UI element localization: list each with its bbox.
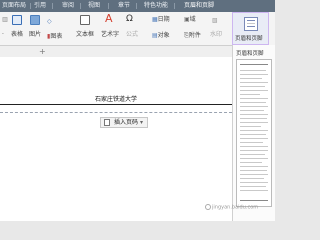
menu-separator: [30, 3, 31, 9]
watermark-text: jingyan.baidu.com: [212, 204, 259, 211]
page-thumbnail[interactable]: [236, 59, 272, 207]
header-boundary: [0, 112, 232, 113]
document-page[interactable]: 石家庄铁道大学 插入页码 ▾: [0, 57, 232, 221]
page-number-icon: [104, 119, 110, 126]
symbol-icon[interactable]: Ω: [126, 15, 133, 24]
bullet-label: ·: [2, 31, 4, 38]
menu-review[interactable]: 审阅: [62, 0, 74, 12]
new-tab-button[interactable]: +: [39, 46, 46, 57]
menu-separator: [80, 3, 81, 9]
shape-button[interactable]: ◇: [47, 17, 52, 27]
site-watermark: jingyan.baidu.com: [205, 204, 258, 211]
menu-header-footer[interactable]: 页眉和页脚: [184, 0, 214, 12]
menu-page-layout[interactable]: 页面布局: [2, 0, 26, 12]
formula-label[interactable]: 公式: [126, 31, 138, 39]
field-button[interactable]: ▣域: [184, 15, 196, 25]
picture-icon[interactable]: [30, 15, 40, 25]
menu-separator: [174, 3, 175, 9]
header-footer-panel: 页眉和页脚: [232, 45, 275, 221]
chart-label: 图表: [50, 33, 63, 40]
bullet-icon[interactable]: ▥: [2, 15, 8, 25]
field-label: 域: [189, 16, 196, 23]
paw-logo-icon: [205, 204, 211, 210]
chart-button[interactable]: ▮图表: [47, 32, 62, 42]
header-footer-button[interactable]: 页眉和页脚: [232, 12, 269, 45]
menu-separator: [136, 3, 137, 9]
menu-separator: [52, 3, 53, 9]
attach-button[interactable]: ⎘附件: [184, 31, 201, 41]
panel-title: 页眉和页脚: [236, 51, 264, 57]
textbox-icon[interactable]: [80, 15, 90, 25]
menu-section[interactable]: 章节: [118, 0, 130, 12]
object-label: 对象: [157, 32, 170, 39]
textbox-label[interactable]: 文本框: [76, 31, 94, 39]
chevron-down-icon: ▾: [139, 119, 143, 126]
insert-page-number-button[interactable]: 插入页码 ▾: [100, 117, 148, 128]
attach-label: 附件: [188, 32, 201, 39]
table-icon[interactable]: [12, 15, 22, 25]
shape-icon: ◇: [47, 18, 52, 25]
object-button[interactable]: ▤对象: [152, 31, 170, 41]
menu-view[interactable]: 视图: [88, 0, 100, 12]
header-rule: [0, 104, 232, 105]
watermark-icon[interactable]: ▧: [212, 16, 218, 26]
insert-page-number-label: 插入页码: [114, 119, 139, 126]
art-text-label[interactable]: 艺术字: [101, 31, 119, 39]
menu-separator: [108, 3, 109, 9]
ribbon-toolbar: ▥ · 表格 图片 ◇ ▮图表 文本框 A 艺术字 Ω 公式 ▦日期 ▤对象 ▣…: [0, 12, 275, 46]
header-text[interactable]: 石家庄铁道大学: [0, 94, 232, 103]
menu-features[interactable]: 特色功能: [144, 0, 168, 12]
date-button[interactable]: ▦日期: [152, 15, 170, 25]
watermark-label[interactable]: 水印: [210, 31, 222, 39]
table-label[interactable]: 表格: [11, 31, 23, 39]
header-footer-icon: [244, 17, 258, 31]
picture-label[interactable]: 图片: [29, 31, 41, 39]
header-footer-label: 页眉和页脚: [235, 36, 263, 42]
date-label: 日期: [157, 16, 170, 23]
menu-bar: 页面布局 引用 审阅 视图 章节 特色功能 页眉和页脚: [0, 0, 275, 12]
menu-references[interactable]: 引用: [34, 0, 46, 12]
art-text-icon[interactable]: A: [105, 13, 113, 25]
